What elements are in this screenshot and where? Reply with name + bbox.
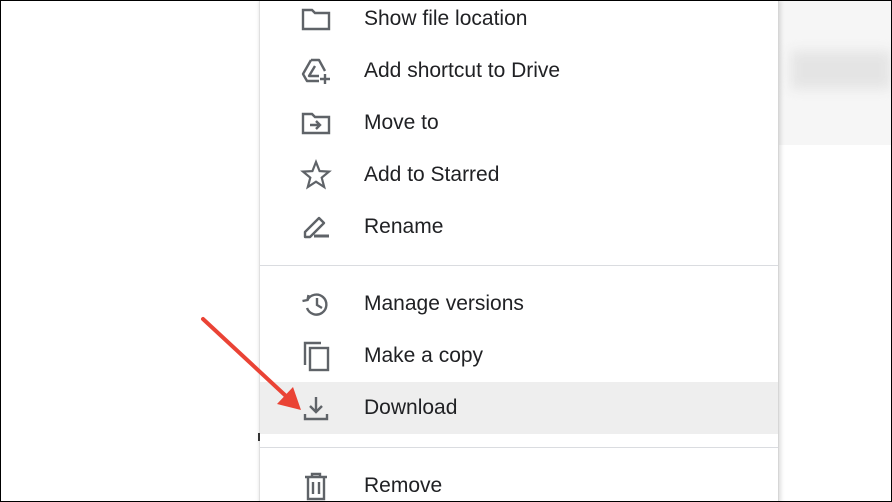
- annotation-arrow-icon: [201, 317, 301, 410]
- menu-item-label: Move to: [364, 111, 439, 134]
- screenshot-frame: Show file location Add shortcut to Drive: [0, 0, 892, 502]
- move-to-folder-icon: [300, 107, 332, 139]
- menu-item-label: Download: [364, 396, 458, 419]
- folder-icon: [300, 3, 332, 35]
- menu-item-label: Add shortcut to Drive: [364, 59, 561, 82]
- pencil-icon: [300, 211, 332, 243]
- menu-item-remove[interactable]: Remove: [260, 460, 778, 501]
- background-edge-mark: [258, 433, 260, 441]
- menu-item-move-to[interactable]: Move to: [260, 97, 778, 149]
- trash-icon: [300, 470, 332, 501]
- menu-item-label: Manage versions: [364, 292, 524, 315]
- menu-item-add-to-starred[interactable]: Add to Starred: [260, 149, 778, 201]
- menu-item-label: Add to Starred: [364, 163, 500, 186]
- menu-item-make-a-copy[interactable]: Make a copy: [260, 330, 778, 382]
- menu-item-label: Remove: [364, 474, 443, 497]
- menu-item-rename[interactable]: Rename: [260, 201, 778, 253]
- menu-item-label: Show file location: [364, 7, 528, 30]
- star-icon: [300, 159, 332, 191]
- context-menu: Show file location Add shortcut to Drive: [259, 1, 779, 501]
- menu-item-manage-versions[interactable]: Manage versions: [260, 278, 778, 330]
- menu-item-label: Make a copy: [364, 344, 484, 367]
- add-shortcut-drive-icon: [300, 55, 332, 87]
- menu-item-show-file-location[interactable]: Show file location: [260, 1, 778, 45]
- menu-divider: [260, 447, 778, 448]
- menu-divider: [260, 265, 778, 266]
- menu-item-download[interactable]: Download: [260, 382, 778, 434]
- menu-item-add-shortcut-to-drive[interactable]: Add shortcut to Drive: [260, 45, 778, 97]
- blurred-background-content: [791, 51, 891, 89]
- menu-item-label: Rename: [364, 215, 444, 238]
